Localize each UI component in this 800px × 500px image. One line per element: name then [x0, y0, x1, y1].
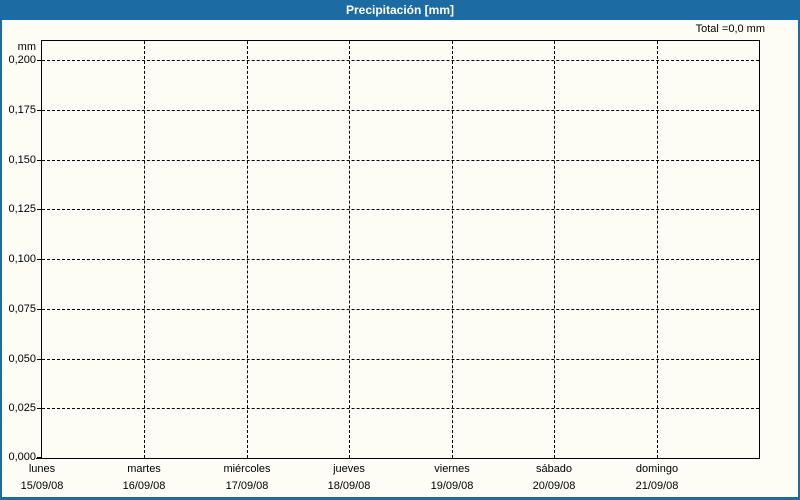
y-axis-tick	[37, 259, 41, 260]
y-axis-tick	[37, 160, 41, 161]
x-axis-overhang-tick	[36, 458, 42, 459]
h-gridline	[42, 110, 759, 111]
h-gridline	[42, 209, 759, 210]
y-axis-unit-label: mm	[17, 41, 36, 53]
y-axis-tick	[37, 209, 41, 210]
y-axis-tick	[37, 309, 41, 310]
v-gridline	[452, 41, 453, 458]
x-date-label: 21/09/08	[635, 480, 679, 492]
y-tick-label: 0,075	[8, 303, 36, 315]
x-day-label: jueves	[333, 463, 365, 475]
h-gridline	[42, 60, 759, 61]
v-gridline	[144, 41, 145, 458]
h-gridline	[42, 160, 759, 161]
x-day-label: lunes	[28, 463, 56, 475]
total-precipitation-label: Total =0,0 mm	[695, 23, 765, 35]
h-gridline	[42, 309, 759, 310]
y-axis-tick	[37, 60, 41, 61]
y-tick-label: 0,025	[8, 402, 36, 414]
y-tick-label: 0,050	[8, 353, 36, 365]
x-day-label: domingo	[635, 463, 679, 475]
plot-area: 0,200 0,175 0,150 0,125 0,100 0,075 0,050 0,025…	[8, 40, 760, 492]
v-gridline	[554, 41, 555, 458]
y-axis-tick	[37, 408, 41, 409]
x-day-label: viernes	[434, 463, 470, 475]
y-tick-label: 0,100	[8, 253, 36, 265]
y-tick-label: 0,175	[8, 104, 36, 116]
window-frame: Precipitación [mm] Total =0,0 mm mm 0,20…	[0, 0, 800, 500]
y-axis-tick	[37, 457, 41, 458]
h-gridline	[42, 408, 759, 409]
y-tick-label: 0,125	[8, 203, 36, 215]
x-day-label: sábado	[535, 463, 573, 475]
v-gridline	[349, 41, 350, 458]
chart-title-bar: Precipitación [mm]	[345, 3, 455, 17]
h-gridline	[42, 259, 759, 260]
v-gridline	[247, 41, 248, 458]
y-tick-label: 0,200	[8, 54, 36, 66]
y-tick-label: 0,150	[8, 154, 36, 166]
x-day-label: martes	[127, 463, 161, 475]
x-day-label: miércoles	[223, 463, 271, 475]
x-date-label: 19/09/08	[430, 480, 474, 492]
x-date-label: 17/09/08	[225, 480, 269, 492]
x-date-label: 20/09/08	[532, 480, 576, 492]
x-date-label: 16/09/08	[122, 480, 166, 492]
h-gridline	[42, 359, 759, 360]
chart-canvas: Total =0,0 mm mm 0,200 0,175 0,150 0,125 0,1…	[2, 20, 798, 497]
x-date-label: 18/09/08	[327, 480, 371, 492]
x-date-label: 15/09/08	[20, 480, 64, 492]
y-axis-tick	[37, 110, 41, 111]
v-gridline	[657, 41, 658, 458]
y-axis-tick	[37, 359, 41, 360]
